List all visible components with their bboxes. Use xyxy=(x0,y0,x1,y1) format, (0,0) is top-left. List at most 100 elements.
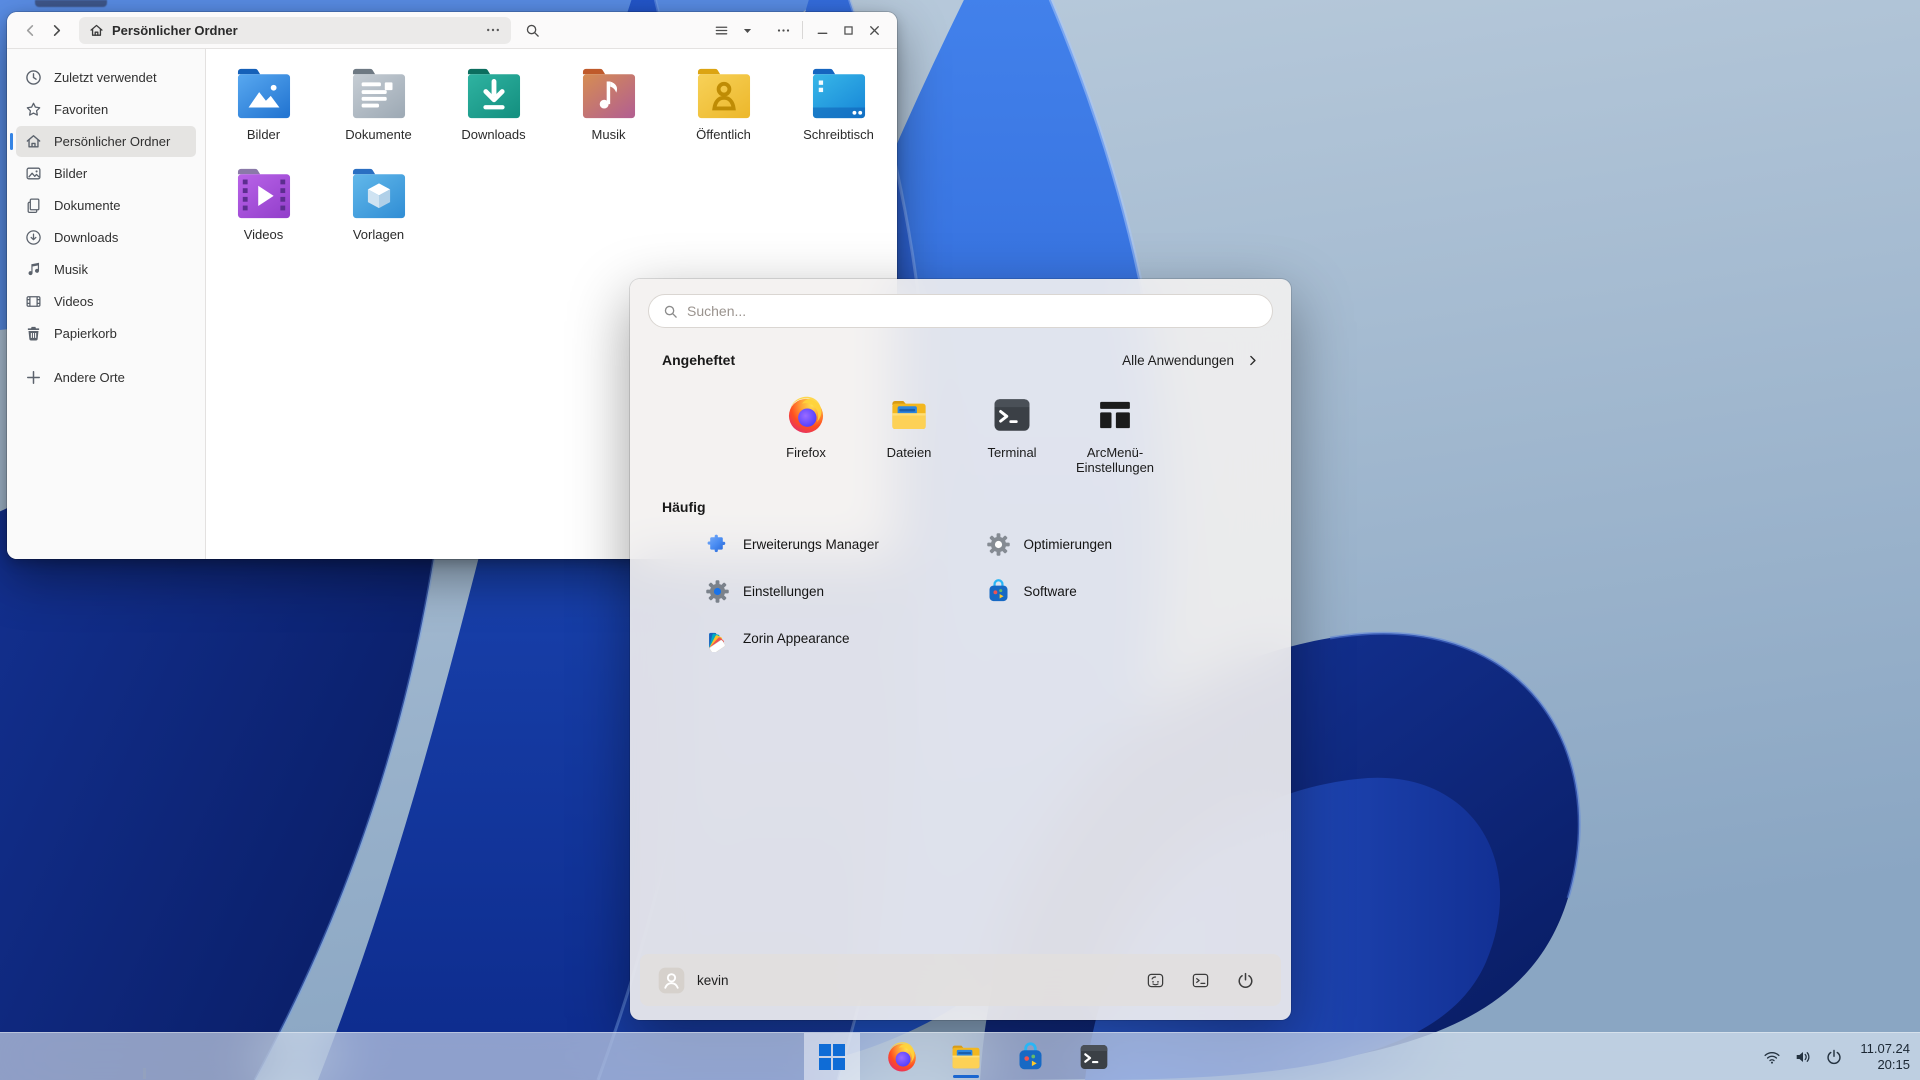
path-bar[interactable]: Persönlicher Ordner xyxy=(79,17,511,44)
path-menu-icon[interactable] xyxy=(485,22,501,38)
pinned-app-firefox[interactable]: Firefox xyxy=(755,394,858,475)
folder-label: Bilder xyxy=(247,127,280,142)
sidebar-item-label: Andere Orte xyxy=(54,370,125,385)
sidebar-item-bilder[interactable]: Bilder xyxy=(16,158,196,189)
sidebar-item-label: Dokumente xyxy=(54,198,120,213)
sidebar-item-videos[interactable]: Videos xyxy=(16,286,196,317)
all-apps-label: Alle Anwendungen xyxy=(1122,353,1234,368)
sidebar-item-musik[interactable]: Musik xyxy=(16,254,196,285)
folder-vorlagen[interactable]: Vorlagen xyxy=(328,167,429,264)
home-icon xyxy=(89,23,104,38)
taskbar-clock[interactable]: 11.07.24 20:15 xyxy=(1860,1041,1910,1073)
sidebar-item-andere-orte[interactable]: Andere Orte xyxy=(16,362,196,393)
folder-icon-video xyxy=(233,167,295,221)
titlebar[interactable]: Persönlicher Ordner xyxy=(7,12,897,49)
files-app-icon xyxy=(949,1040,983,1074)
system-tray[interactable]: 11.07.24 20:15 xyxy=(1763,1033,1910,1080)
pinned-app-arcmen-einstellungen[interactable]: ArcMenü-Einstellungen xyxy=(1064,394,1167,475)
search-icon xyxy=(663,304,678,319)
view-options-caret-icon[interactable] xyxy=(734,17,760,43)
tray-icons xyxy=(1763,1048,1843,1066)
frequent-app-optimierungen[interactable]: Optimierungen xyxy=(969,528,1250,561)
frequent-app-label: Einstellungen xyxy=(743,584,824,599)
titlebar-separator xyxy=(802,21,803,39)
files-button[interactable] xyxy=(1146,971,1165,990)
taskbar-software[interactable] xyxy=(1008,1035,1052,1079)
maximize-icon[interactable] xyxy=(835,17,861,43)
start-button[interactable] xyxy=(804,1033,860,1080)
folder-label: Downloads xyxy=(461,127,525,142)
taskbar-terminal[interactable] xyxy=(1072,1035,1116,1079)
software-icon xyxy=(1014,1041,1047,1074)
minimize-icon[interactable] xyxy=(809,17,835,43)
sidebar-item-label: Zuletzt verwendet xyxy=(54,70,157,85)
folder-bilder[interactable]: Bilder xyxy=(213,67,314,164)
menu-search-input[interactable] xyxy=(687,303,1258,319)
sidebar-item-pers-nlicher-ordner[interactable]: Persönlicher Ordner xyxy=(16,126,196,157)
sidebar-item-dokumente[interactable]: Dokumente xyxy=(16,190,196,221)
music-icon xyxy=(25,261,42,278)
software-icon xyxy=(985,578,1012,605)
terminal-app-icon xyxy=(1078,1041,1110,1073)
clock-icon xyxy=(25,69,42,86)
menu-footer: kevin xyxy=(640,954,1281,1006)
pinned-app-dateien[interactable]: Dateien xyxy=(858,394,961,475)
plus-icon xyxy=(25,369,42,386)
folder-icon-download xyxy=(463,67,525,121)
sidebar-item-label: Musik xyxy=(54,262,88,277)
tray-wifi-button[interactable] xyxy=(1763,1048,1781,1066)
sidebar-item-papierkorb[interactable]: Papierkorb xyxy=(16,318,196,349)
screen-artifact xyxy=(35,0,107,7)
frequent-app-zorin-appearance[interactable]: Zorin Appearance xyxy=(688,622,969,655)
taskbar-firefox[interactable] xyxy=(880,1035,924,1079)
frequent-app-label: Zorin Appearance xyxy=(743,631,850,646)
tray-power-button[interactable] xyxy=(1825,1048,1843,1066)
folder-icon-desktop xyxy=(808,67,870,121)
frequent-app-label: Software xyxy=(1024,584,1077,599)
taskbar[interactable]: 11.07.24 20:15 xyxy=(0,1032,1920,1080)
user-button[interactable]: kevin xyxy=(658,967,729,994)
folder-ffentlich[interactable]: Öffentlich xyxy=(673,67,774,164)
frequent-app-erweiterungs-manager[interactable]: Erweiterungs Manager xyxy=(688,528,969,561)
gear-light-icon xyxy=(985,531,1012,558)
taskbar-files[interactable] xyxy=(944,1035,988,1079)
tray-volume-button[interactable] xyxy=(1794,1048,1812,1066)
menu-search-bar[interactable] xyxy=(648,294,1273,328)
sidebar-item-label: Videos xyxy=(54,294,94,309)
folder-videos[interactable]: Videos xyxy=(213,167,314,264)
close-icon[interactable] xyxy=(861,17,887,43)
folder-label: Musik xyxy=(592,127,626,142)
gear-blue-icon xyxy=(704,578,731,605)
forward-icon[interactable] xyxy=(43,17,69,43)
home-icon xyxy=(25,133,42,150)
list-view-icon[interactable] xyxy=(708,17,734,43)
sidebar-item-downloads[interactable]: Downloads xyxy=(16,222,196,253)
folder-musik[interactable]: Musik xyxy=(558,67,659,164)
frequent-app-einstellungen[interactable]: Einstellungen xyxy=(688,575,969,608)
appearance-icon xyxy=(704,625,731,652)
volume-icon xyxy=(1794,1048,1812,1066)
power-button[interactable] xyxy=(1236,971,1255,990)
pinned-header: Angeheftet xyxy=(662,352,735,368)
document-icon xyxy=(25,197,42,214)
pinned-app-terminal[interactable]: Terminal xyxy=(961,394,1064,475)
sidebar-item-favoriten[interactable]: Favoriten xyxy=(16,94,196,125)
pinned-app-label: Dateien xyxy=(887,445,932,460)
user-name: kevin xyxy=(697,973,729,988)
folder-icon-template xyxy=(348,167,410,221)
sidebar-item-zuletzt-verwendet[interactable]: Zuletzt verwendet xyxy=(16,62,196,93)
back-icon[interactable] xyxy=(17,17,43,43)
sidebar-item-label: Favoriten xyxy=(54,102,108,117)
folder-icon-document xyxy=(348,67,410,121)
folder-dokumente[interactable]: Dokumente xyxy=(328,67,429,164)
sidebar-item-label: Downloads xyxy=(54,230,118,245)
terminal-button[interactable] xyxy=(1191,971,1210,990)
folder-schreibtisch[interactable]: Schreibtisch xyxy=(788,67,889,164)
folder-label: Vorlagen xyxy=(353,227,404,242)
all-apps-button[interactable]: Alle Anwendungen xyxy=(1122,353,1259,368)
frequent-app-software[interactable]: Software xyxy=(969,575,1250,608)
video-icon xyxy=(25,293,42,310)
search-icon[interactable] xyxy=(519,17,545,43)
window-menu-icon[interactable] xyxy=(770,17,796,43)
folder-downloads[interactable]: Downloads xyxy=(443,67,544,164)
